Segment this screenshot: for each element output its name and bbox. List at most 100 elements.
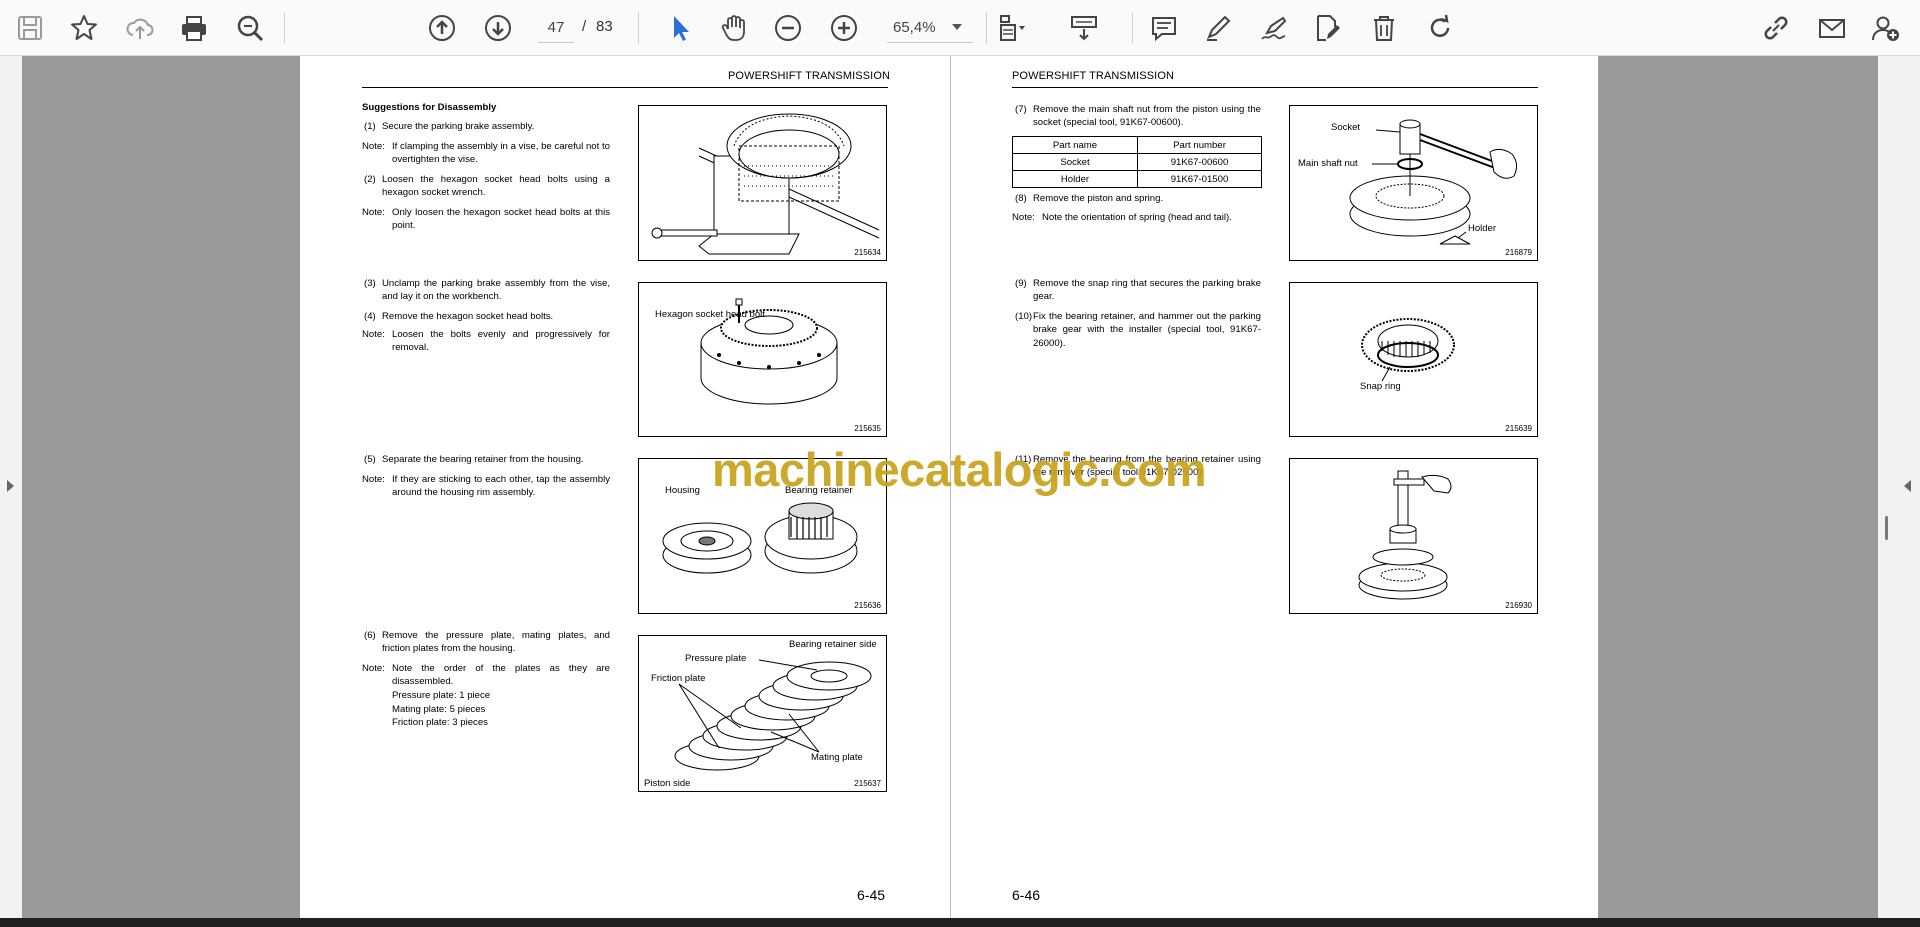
figure-vise: 215634 xyxy=(638,105,887,261)
step-number: (7) xyxy=(1015,104,1027,115)
right-panel-collapsed[interactable] xyxy=(1878,56,1920,918)
figure-code: 215637 xyxy=(854,779,881,788)
toolbar-separator xyxy=(284,12,285,44)
callout-label: Hexagon socket head bolt xyxy=(655,309,765,320)
header-rule xyxy=(1012,87,1538,88)
table-cell: Holder xyxy=(1012,170,1138,188)
snap-ring-illustration xyxy=(1361,318,1455,382)
step-number: (8) xyxy=(1015,193,1027,204)
scroll-mode-icon[interactable] xyxy=(1068,12,1100,44)
table-row: Socket 91K67-00600 xyxy=(1012,153,1262,171)
page-separator: / xyxy=(582,18,587,35)
note-text: Note the orientation of spring (head and… xyxy=(1042,212,1232,223)
note-label: Note: xyxy=(362,474,385,485)
cloud-upload-icon[interactable] xyxy=(124,12,156,44)
figure-plates: Bearing retainer side Pressure plate Fri… xyxy=(638,635,887,792)
step-number: (2) xyxy=(364,174,376,185)
figure-code: 216930 xyxy=(1505,601,1532,610)
step-number: (3) xyxy=(364,278,376,289)
note-label: Note: xyxy=(362,663,385,674)
callout-label: Bearing retainer side xyxy=(789,639,877,650)
comment-icon[interactable] xyxy=(1148,12,1180,44)
total-pages: 83 xyxy=(596,18,613,35)
step-text: Remove the snap ring that secures the pa… xyxy=(1033,278,1261,303)
rotate-icon[interactable] xyxy=(1424,12,1456,44)
edit-document-icon[interactable] xyxy=(1312,12,1344,44)
step-text: Fix the bearing retainer, and hammer out… xyxy=(1033,311,1261,349)
figure-code: 215636 xyxy=(854,601,881,610)
sign-icon[interactable] xyxy=(1258,12,1290,44)
plates-illustration xyxy=(674,659,872,771)
next-page-icon[interactable] xyxy=(482,12,514,44)
note-label: Note: xyxy=(362,207,385,218)
toolbar: / 83 65,4% xyxy=(0,0,1920,56)
table-row: Holder 91K67-01500 xyxy=(1012,170,1262,188)
previous-page-icon[interactable] xyxy=(426,12,458,44)
header-rule xyxy=(362,87,888,88)
print-icon[interactable] xyxy=(178,12,210,44)
figure-code: 216879 xyxy=(1505,248,1532,257)
select-cursor-icon[interactable] xyxy=(664,12,696,44)
step-text: Loosen the hexagon socket head bolts usi… xyxy=(382,174,610,199)
note-text: Mating plate: 5 pieces xyxy=(392,704,486,715)
figure-bearing-removal: 216930 xyxy=(1289,458,1538,614)
page-number: 6-46 xyxy=(1012,887,1041,903)
callout-label: Snap ring xyxy=(1360,381,1401,392)
callout-label: Socket xyxy=(1331,122,1361,133)
zoom-out-icon[interactable] xyxy=(772,12,804,44)
gear-housing-illustration xyxy=(700,298,838,405)
page-number-input[interactable] xyxy=(538,13,574,43)
note-text: If clamping the assembly in a vise, be c… xyxy=(392,141,610,166)
parts-table: Part name Part number Socket 91K67-00600 H… xyxy=(1012,136,1262,188)
callout-label: Mating plate xyxy=(811,752,863,763)
add-user-icon[interactable] xyxy=(1870,12,1902,44)
hand-tool-icon[interactable] xyxy=(718,12,750,44)
callout-label: Piston side xyxy=(644,778,691,789)
table-cell: 91K67-01500 xyxy=(1137,170,1262,188)
zoom-in-icon[interactable] xyxy=(828,12,860,44)
expand-right-panel-icon[interactable] xyxy=(1904,480,1911,492)
page-number: 6-45 xyxy=(857,887,886,903)
highlight-pen-icon[interactable] xyxy=(1202,12,1234,44)
table-cell: Socket xyxy=(1012,153,1138,171)
step-text: Remove the pressure plate, mating plates… xyxy=(382,630,610,655)
step-number: (10) xyxy=(1015,311,1033,322)
chevron-down-icon[interactable] xyxy=(952,24,962,30)
toolbar-separator xyxy=(986,12,987,44)
table-header: Part name xyxy=(1012,136,1138,154)
figure-hex-bolts: Hexagon socket head bolt 215635 xyxy=(638,282,887,437)
socket-illustration xyxy=(1349,119,1518,245)
step-text: Secure the parking brake assembly. xyxy=(382,121,535,132)
share-link-icon[interactable] xyxy=(1760,12,1792,44)
vise-illustration xyxy=(651,113,880,255)
left-panel-collapsed[interactable] xyxy=(0,56,22,918)
figure-code: 215639 xyxy=(1505,424,1532,433)
toolbar-separator xyxy=(638,12,639,44)
step-number: (9) xyxy=(1015,278,1027,289)
bearing-removal-illustration xyxy=(1358,470,1452,600)
toolbar-separator xyxy=(1132,12,1133,44)
figure-main-shaft-nut: Socket Main shaft nut Holder 216879 xyxy=(1289,105,1538,261)
zoom-search-icon[interactable] xyxy=(234,12,266,44)
watermark: machinecatalogic.com xyxy=(712,443,1207,496)
step-text: Unclamp the parking brake assembly from … xyxy=(382,278,610,303)
callout-label: Main shaft nut xyxy=(1298,158,1358,169)
note-text: Loosen the bolts evenly and progressivel… xyxy=(392,329,610,354)
step-text: Remove the hexagon socket head bolts. xyxy=(382,311,554,322)
expand-left-panel-icon[interactable] xyxy=(7,480,14,492)
section-title: Suggestions for Disassembly xyxy=(362,102,497,113)
page-header: POWERSHIFT TRANSMISSION xyxy=(1012,70,1175,82)
callout-label: Pressure plate xyxy=(685,653,747,664)
save-icon[interactable] xyxy=(14,12,46,44)
note-text: Friction plate: 3 pieces xyxy=(392,717,488,728)
scrollbar-thumb[interactable] xyxy=(1885,516,1888,540)
star-icon[interactable] xyxy=(68,12,100,44)
callout-label: Friction plate xyxy=(651,673,706,684)
callout-label: Housing xyxy=(665,485,700,496)
delete-icon[interactable] xyxy=(1368,12,1400,44)
note-label: Note: xyxy=(362,141,385,152)
email-icon[interactable] xyxy=(1816,12,1848,44)
page-layout-icon[interactable] xyxy=(996,12,1028,44)
page-header: POWERSHIFT TRANSMISSION xyxy=(728,70,891,82)
note-label: Note: xyxy=(1012,212,1035,223)
